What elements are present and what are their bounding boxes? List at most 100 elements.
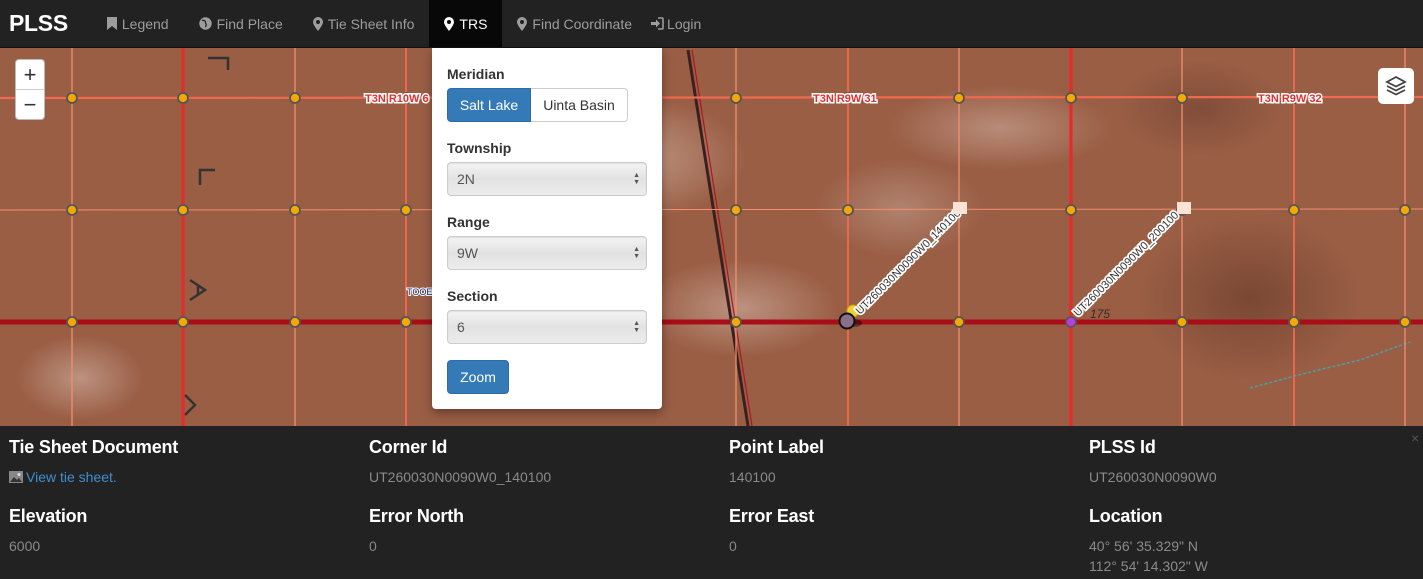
corner-marker [1176, 316, 1188, 328]
corner-id-field: Corner Id UT260030N0090W0_140100 [369, 437, 551, 487]
corner-overlay: T3N R10W 6 T3N R9W 31 T3N R9W 32TOOELE175U… [66, 92, 1411, 330]
meridian-salt-lake-button[interactable]: Salt Lake [447, 88, 531, 122]
corner-marker [953, 316, 965, 328]
map-view[interactable]: T3N R10W 6 T3N R9W 31 T3N R9W 32 TOOELE 175 U… [0, 48, 1423, 426]
plss-id-field: PLSS Id UT260030N0090W0 [1089, 437, 1217, 487]
corner-marker [1288, 316, 1300, 328]
zoom-control: + − [15, 59, 45, 120]
section-label: Section [447, 288, 498, 304]
corner-marker [66, 92, 78, 104]
error-north-value: 0 [369, 538, 377, 554]
range-select[interactable]: 9W ▲ ▼ [447, 236, 647, 270]
location-title: Location [1089, 506, 1163, 526]
meridian-toggle: Salt Lake Uinta Basin [447, 88, 647, 122]
log-in-icon [650, 17, 664, 30]
corner-marker [953, 92, 965, 104]
corner-info-panel: Tie Sheet Document View tie sheet. Corne… [0, 426, 1423, 579]
map-marker-icon [517, 16, 528, 31]
trs-panel: Meridian Salt Lake Uinta Basin Township … [432, 48, 662, 409]
corner-marker [730, 92, 742, 104]
select-arrows-icon: ▲ ▼ [633, 320, 640, 334]
select-arrows-icon: ▲ ▼ [633, 246, 640, 260]
corner-marker [177, 316, 189, 328]
zoom-out-button[interactable]: − [16, 90, 44, 119]
section-select[interactable]: 6 ▲ ▼ [447, 310, 647, 344]
error-north-field: Error North 0 [369, 506, 464, 556]
layers-icon [1385, 75, 1407, 96]
corner-marker [1288, 204, 1300, 216]
map-marker-icon [444, 16, 455, 31]
meridian-label: Meridian [447, 66, 505, 82]
nav-item-label: Find Coordinate [532, 15, 633, 32]
nav-item-find-coordinate[interactable]: Find Coordinate [502, 0, 647, 47]
corner-marker [66, 316, 78, 328]
close-panel-button[interactable]: × [1411, 430, 1419, 446]
point-label-title: Point Label [729, 437, 824, 457]
corner-id-value: UT260030N0090W0_140100 [369, 469, 552, 485]
range-label: Range [447, 214, 490, 230]
corner-marker [289, 204, 301, 216]
bookmark-icon [106, 17, 117, 30]
point-label-value: 140100 [729, 469, 776, 485]
brand-logo[interactable]: PLSS [0, 0, 92, 47]
corner-id-label: UT260030N0090W0_200100 [1072, 209, 1182, 319]
section-tag [1177, 202, 1191, 214]
zoom-button[interactable]: Zoom [447, 360, 509, 394]
nav-item-label: TRS [459, 15, 488, 32]
location-longitude: 112° 54' 14.302" W [1089, 558, 1208, 574]
error-east-field: Error East 0 [729, 506, 814, 556]
nav-item-find-place[interactable]: Find Place [184, 0, 298, 47]
navbar: PLSS Legend Find Place Tie Sheet Info TR… [0, 0, 1423, 48]
corner-marker [842, 204, 854, 216]
nav-item-label: Legend [121, 15, 169, 32]
township-range-label: T3N R9W 31 [813, 93, 877, 105]
elevation-title: Elevation [9, 506, 88, 526]
error-east-title: Error East [729, 506, 815, 526]
view-tie-sheet-link[interactable]: View tie sheet. [26, 469, 117, 485]
township-range-label: T3N R9W 32 [1258, 93, 1322, 105]
error-east-value: 0 [729, 538, 737, 554]
nav-item-login[interactable]: Login [647, 0, 716, 47]
corner-marker [400, 316, 412, 328]
section-tag [953, 202, 967, 214]
corner-marker [1399, 204, 1411, 216]
township-select[interactable]: 2N ▲ ▼ [447, 162, 647, 196]
corner-marker [177, 92, 189, 104]
tie-sheet-field: Tie Sheet Document View tie sheet. [9, 437, 178, 488]
select-arrows-icon: ▲ ▼ [633, 172, 640, 186]
nav-item-label: Tie Sheet Info [327, 15, 415, 32]
elevation-mark: 175 [1090, 307, 1110, 321]
corner-marker [1065, 204, 1077, 216]
globe-icon [198, 17, 212, 30]
zoom-in-button[interactable]: + [16, 60, 44, 90]
picture-icon [9, 468, 23, 488]
nav-item-label: Find Place [216, 15, 283, 32]
corner-marker [1176, 92, 1188, 104]
plss-id-value: UT260030N0090W0 [1089, 469, 1217, 485]
nav-item-legend[interactable]: Legend [92, 0, 184, 47]
point-label-field: Point Label 140100 [729, 437, 824, 487]
section-value: 6 [457, 319, 465, 335]
error-north-title: Error North [369, 506, 464, 526]
nav-item-label: Login [667, 15, 702, 32]
township-range-label: T3N R10W 6 [365, 93, 429, 105]
corner-marker [1399, 316, 1411, 328]
corner-id-label: UT260030N0090W0_140100 [854, 207, 964, 317]
layers-button[interactable] [1378, 68, 1414, 104]
township-label: Township [447, 140, 512, 156]
corner-marker [289, 316, 301, 328]
nav-item-trs[interactable]: TRS [429, 0, 503, 47]
elevation-field: Elevation 6000 [9, 506, 87, 556]
plss-id-title: PLSS Id [1089, 437, 1156, 457]
corner-marker [400, 204, 412, 216]
current-corner-marker [838, 312, 856, 330]
township-value: 2N [457, 171, 475, 187]
corner-id-title: Corner Id [369, 437, 448, 457]
meridian-uinta-basin-button[interactable]: Uinta Basin [531, 88, 628, 122]
nav-item-tie-sheet-info[interactable]: Tie Sheet Info [298, 0, 430, 47]
corner-marker [177, 204, 189, 216]
tie-sheet-title: Tie Sheet Document [9, 437, 179, 457]
corner-marker [730, 316, 742, 328]
selected-corner-marker [1065, 316, 1077, 328]
corner-marker [66, 204, 78, 216]
